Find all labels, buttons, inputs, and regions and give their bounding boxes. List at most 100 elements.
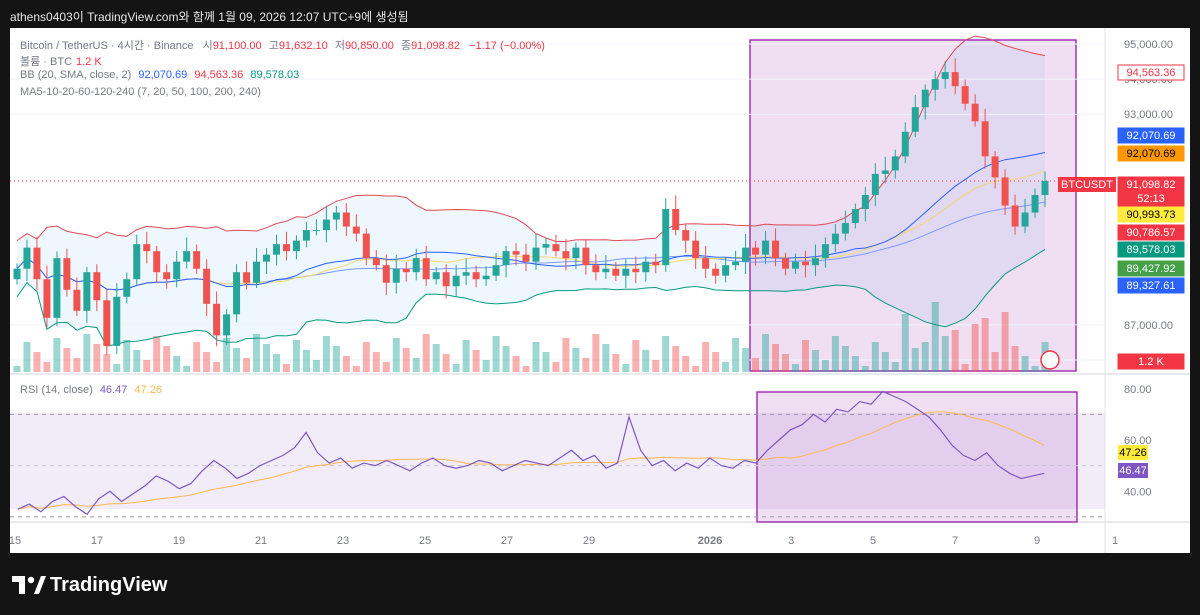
volume-bar xyxy=(193,342,201,372)
candle-body xyxy=(312,230,320,232)
candle-body xyxy=(861,194,869,210)
volume-bar xyxy=(462,340,470,372)
volume-bar xyxy=(422,334,430,372)
candle-body xyxy=(732,261,740,266)
volume-bar xyxy=(143,360,151,372)
volume-bar xyxy=(672,346,680,372)
volume-bar xyxy=(302,350,310,372)
volume-bar xyxy=(382,362,390,372)
volume-bar xyxy=(562,338,570,372)
candle-body xyxy=(342,212,350,227)
volume-bar xyxy=(772,344,780,372)
candle-body xyxy=(362,233,370,259)
rsi-tick-label: 80.00 xyxy=(1124,384,1152,396)
candle-body xyxy=(702,258,710,269)
candle-body xyxy=(282,244,290,252)
candle-body xyxy=(253,261,261,283)
candle-body xyxy=(791,261,799,269)
candle-body xyxy=(113,296,121,346)
price-tag-label: 52:13 xyxy=(1137,193,1165,205)
volume-bar xyxy=(961,364,969,372)
candle-body xyxy=(462,272,470,276)
candle-body xyxy=(921,89,929,108)
volume-bar xyxy=(692,366,700,372)
rsi-highlight-box xyxy=(756,391,1078,523)
volume-bar xyxy=(791,364,799,372)
time-tick-label: 17 xyxy=(91,535,103,547)
price-tag-label: 92,070.69 xyxy=(1127,148,1176,160)
candle-body xyxy=(63,258,71,290)
symbol-name: Bitcoin / TetherUS · 4시간 · Binance xyxy=(20,40,194,52)
candle-body xyxy=(991,156,999,178)
candle-body xyxy=(642,261,650,273)
candle-body xyxy=(452,275,460,287)
ma-legend: MA5-10-20-60-120-240 (7, 20, 50, 100, 20… xyxy=(20,86,261,98)
volume-bar xyxy=(901,314,909,372)
candle-body xyxy=(332,212,340,220)
candle-body xyxy=(1001,177,1009,206)
price-tag-label: 94,563.36 xyxy=(1127,67,1176,79)
volume-bar xyxy=(63,348,71,372)
high-value: 91,632.10 xyxy=(278,40,328,52)
time-tick-label: 9 xyxy=(1034,535,1040,547)
price-tag-label: 89,327.61 xyxy=(1127,280,1176,292)
candle-body xyxy=(163,272,171,280)
time-tick-label: 27 xyxy=(501,535,513,547)
candle-body xyxy=(223,314,231,336)
volume-bar xyxy=(821,360,829,372)
time-tick-label: 21 xyxy=(255,535,267,547)
price-tag-label: 89,427.92 xyxy=(1127,263,1176,275)
volume-bar xyxy=(153,336,161,372)
volume-bar xyxy=(332,346,340,372)
price-tick-label: 87,000.00 xyxy=(1124,320,1173,332)
time-tick-label: 25 xyxy=(419,535,431,547)
candle-body xyxy=(272,244,280,255)
bb-legend: BB (20, SMA, close, 2) 92,070.69 94,563.… xyxy=(20,69,299,81)
volume-value: 1.2 K xyxy=(76,56,102,68)
candle-body xyxy=(831,233,839,245)
candle-body xyxy=(542,244,550,248)
volume-bar xyxy=(1011,346,1019,372)
candle-body xyxy=(263,254,271,262)
volume-bar xyxy=(312,360,320,372)
candle-body xyxy=(173,261,181,280)
candle-body xyxy=(841,223,849,234)
volume-bar xyxy=(43,362,51,372)
price-tick-label: 95,000.00 xyxy=(1124,39,1173,51)
volume-bar xyxy=(542,352,550,372)
candle-body xyxy=(302,230,310,241)
candle-body xyxy=(801,261,809,266)
candle-body xyxy=(971,103,979,122)
volume-bar xyxy=(272,354,280,372)
volume-bar xyxy=(233,348,241,372)
volume-bar xyxy=(682,356,690,372)
bb-basis-value: 92,070.69 xyxy=(138,69,188,81)
rsi-value: 46.47 xyxy=(99,384,128,396)
symbol-legend: Bitcoin / TetherUS · 4시간 · Binance 시91,1… xyxy=(20,37,545,53)
candle-body xyxy=(891,156,899,171)
volume-bar xyxy=(732,338,740,372)
candle-body xyxy=(752,247,760,255)
change-value: −1.17 (−0.00%) xyxy=(469,40,545,52)
candle-body xyxy=(742,247,750,262)
volume-bar xyxy=(372,352,380,372)
candle-body xyxy=(532,247,540,262)
volume-bar xyxy=(981,318,989,372)
volume-bar xyxy=(811,350,819,372)
candle-body xyxy=(632,268,640,273)
candle-body xyxy=(672,209,680,231)
volume-bar xyxy=(292,340,300,372)
volume-bar xyxy=(712,352,720,372)
volume-bar xyxy=(322,336,330,372)
candle-body xyxy=(33,247,41,280)
candle-body xyxy=(871,173,879,195)
volume-bar xyxy=(512,356,520,372)
candle-body xyxy=(622,268,630,276)
candle-body xyxy=(602,268,610,273)
volume-bar xyxy=(861,366,869,372)
candle-body xyxy=(123,279,131,297)
volume-bar xyxy=(742,348,750,372)
candle-body xyxy=(213,303,221,336)
candle-body xyxy=(881,170,889,174)
volume-bar xyxy=(622,364,630,372)
